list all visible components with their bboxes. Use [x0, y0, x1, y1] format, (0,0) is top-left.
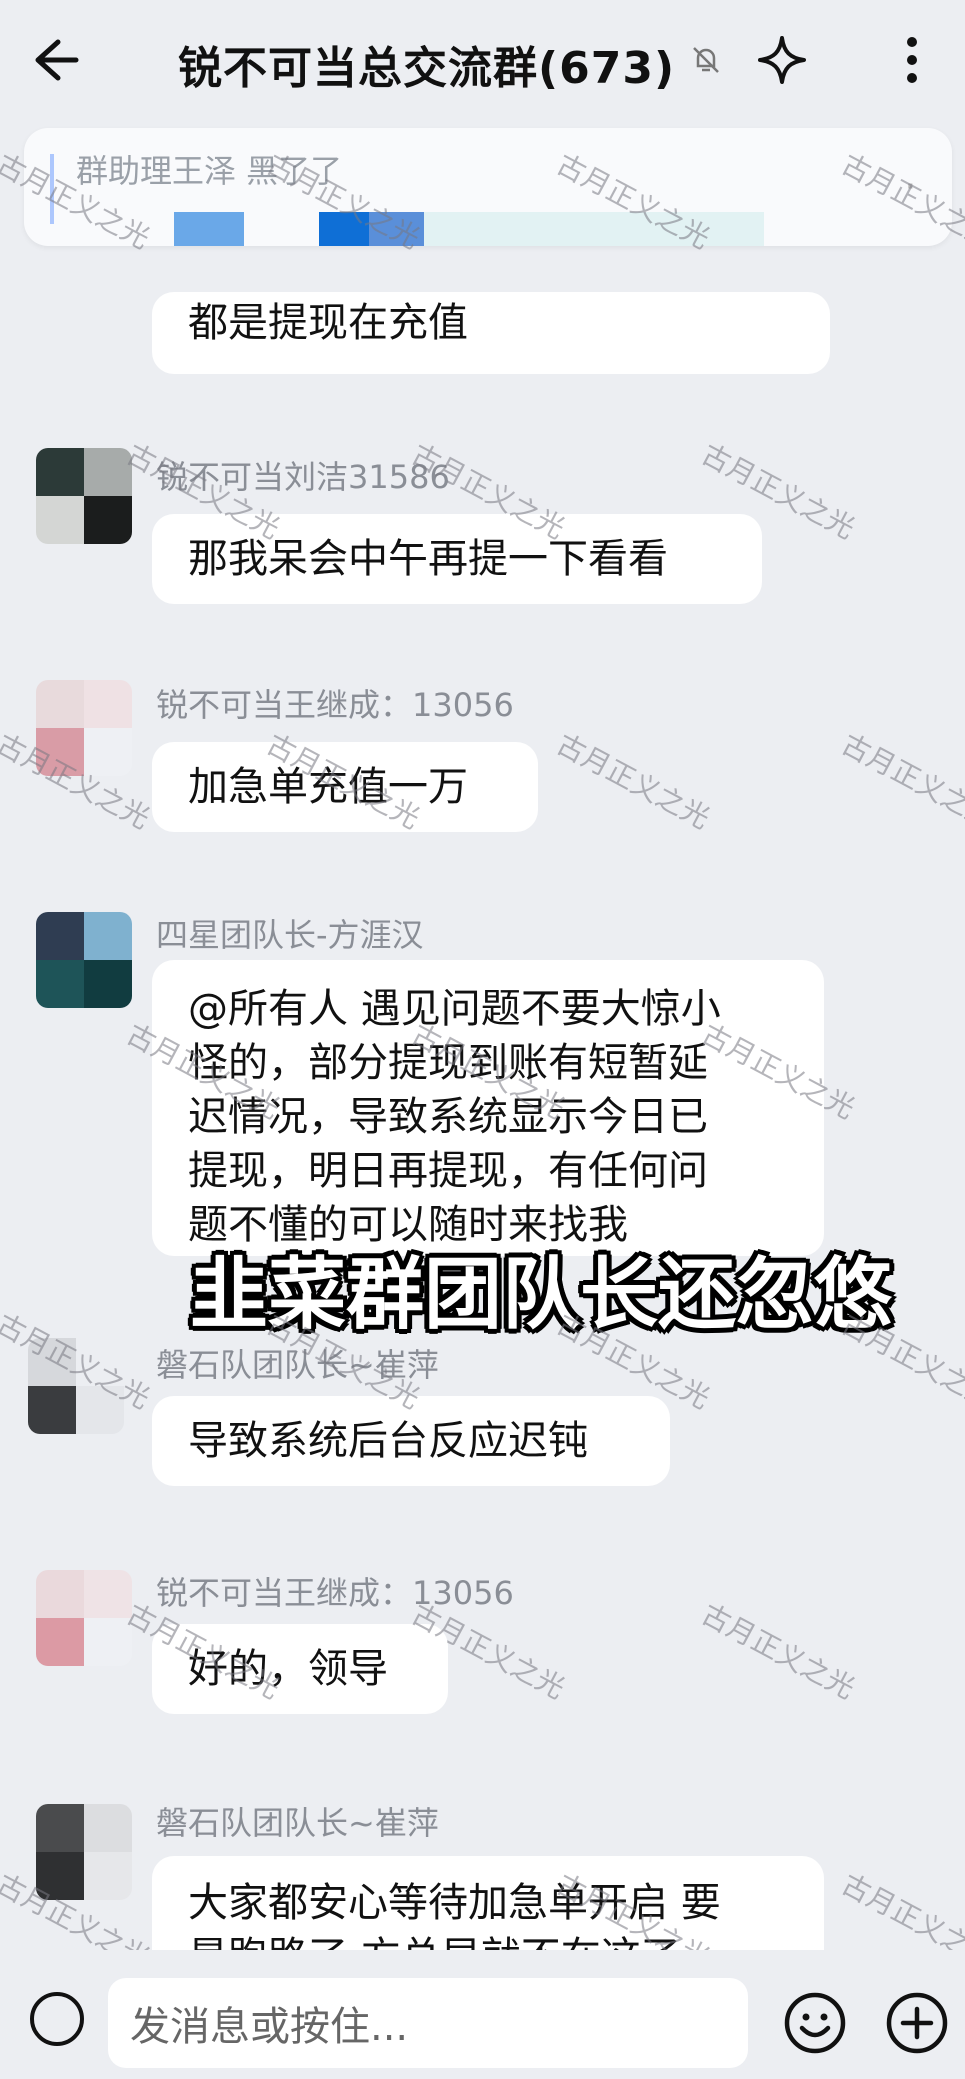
message-bubble[interactable]: 都是提现在充值 [152, 292, 830, 374]
sender-name[interactable]: 四星团队长-方涯汉 [156, 910, 424, 956]
top-bar: 锐不可当总交流群(673) [0, 0, 965, 120]
message-text: 导致系统后台反应迟钝 [188, 1418, 588, 1464]
watermark: 古月正义之光 [836, 727, 965, 836]
watermark: 古月正义之光 [551, 727, 716, 836]
overlay-caption: 韭菜群团队长还忽悠 [190, 1250, 893, 1340]
message-bubble[interactable]: 那我呆会中午再提一下看看 [152, 514, 762, 604]
pinned-text: 群助理王泽 黑了了 [76, 152, 343, 190]
message-bubble[interactable]: 好的，领导 [152, 1624, 448, 1714]
arrow-left-icon[interactable] [22, 30, 82, 90]
sender-name[interactable]: 磐石队团队长~崔萍 [156, 1798, 439, 1844]
pinned-announcement[interactable]: 群助理王泽 黑了了 · [24, 128, 952, 246]
avatar[interactable] [36, 1804, 132, 1900]
sender-name[interactable]: 锐不可当刘洁31586 [156, 452, 450, 498]
message-text: 那我呆会中午再提一下看看 [188, 536, 668, 582]
sender-name[interactable]: 锐不可当王继成：13056 [156, 680, 514, 726]
avatar[interactable] [36, 912, 132, 1008]
input-placeholder: 发消息或按住... [130, 2004, 409, 2050]
plus-icon[interactable] [884, 1990, 950, 2056]
message-line: 大家都安心等待加急单开启 要 [188, 1880, 721, 1926]
voice-icon[interactable] [30, 1992, 84, 2046]
more-vertical-icon[interactable] [892, 32, 932, 88]
message-line: 提现，明日再提现，有任何问 [188, 1148, 708, 1194]
message-input[interactable]: 发消息或按住... [108, 1978, 748, 2068]
avatar[interactable] [36, 680, 132, 776]
avatar[interactable] [36, 448, 132, 544]
emoji-icon[interactable] [782, 1990, 848, 2056]
blurred-content [319, 212, 369, 246]
message-text: 好的，领导 [188, 1646, 388, 1692]
message-line: @所有人 遇见问题不要大惊小 [188, 986, 721, 1032]
pinned-accent-bar [50, 154, 54, 224]
watermark: 古月正义之光 [696, 1597, 861, 1706]
sparkle-icon[interactable] [754, 32, 810, 88]
message-text: 都是提现在充值 [188, 300, 468, 346]
message-bubble[interactable]: @所有人 遇见问题不要大惊小 怪的，部分提现到账有短暂延 迟情况，导致系统显示今… [152, 960, 824, 1256]
message-line: 怪的，部分提现到账有短暂延 [188, 1040, 708, 1086]
avatar[interactable] [28, 1338, 124, 1434]
sender-name[interactable]: 磐石队团队长~崔萍 [156, 1340, 439, 1386]
bell-off-icon [693, 47, 719, 73]
sender-name[interactable]: 锐不可当王继成：13056 [156, 1568, 514, 1614]
avatar[interactable] [36, 1570, 132, 1666]
message-text: 加急单充值一万 [188, 764, 468, 810]
message-line: 迟情况，导致系统显示今日已 [188, 1094, 708, 1140]
chat-title: 锐不可当总交流群(673) [178, 43, 676, 94]
blurred-content [369, 212, 424, 246]
message-bubble[interactable]: 加急单充值一万 [152, 742, 538, 832]
blurred-content [424, 212, 764, 246]
close-icon[interactable]: · [904, 164, 917, 210]
message-bubble[interactable]: 导致系统后台反应迟钝 [152, 1396, 670, 1486]
blurred-content [174, 212, 244, 246]
